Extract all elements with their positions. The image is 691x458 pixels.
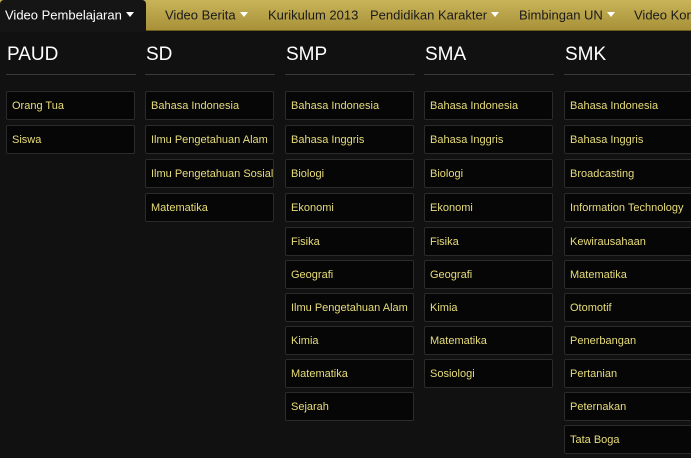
nav-label: Kurikulum 2013 bbox=[268, 7, 359, 23]
column-heading-label: SMK bbox=[565, 44, 607, 65]
menu-item[interactable]: Matematika bbox=[424, 326, 553, 355]
menu-item[interactable]: Bahasa Indonesia bbox=[564, 91, 691, 120]
menu-item[interactable]: Bahasa Inggris bbox=[424, 125, 553, 154]
menu-item[interactable]: Matematika bbox=[564, 260, 691, 289]
menu-item[interactable]: Ekonomi bbox=[424, 193, 553, 222]
menu-item[interactable]: Geografi bbox=[285, 260, 414, 289]
nav-bimbingan-un[interactable]: Bimbingan UN bbox=[519, 0, 615, 31]
column-heading[interactable]: SMA bbox=[424, 44, 554, 75]
column-heading[interactable]: PAUD bbox=[6, 44, 136, 75]
menu-item[interactable]: Peternakan bbox=[564, 392, 691, 421]
column-heading-label: SD bbox=[146, 44, 173, 65]
menu-item[interactable]: Kimia bbox=[285, 326, 414, 355]
menu-item[interactable]: Bahasa Indonesia bbox=[424, 91, 553, 120]
menu-item[interactable]: Ilmu Pengetahuan Alam bbox=[145, 125, 274, 154]
menu-item[interactable]: Sosiologi bbox=[424, 359, 553, 388]
menu-item[interactable]: Penerbangan bbox=[564, 326, 691, 355]
menu-item[interactable]: Bahasa Inggris bbox=[285, 125, 414, 154]
column-heading-label: PAUD bbox=[7, 44, 59, 65]
chevron-down-icon bbox=[239, 12, 248, 18]
top-navigation-bar: Video Pembelajaran Video Berita Kurikulu… bbox=[0, 0, 691, 32]
menu-item[interactable]: Ilmu Pengetahuan Alam bbox=[285, 293, 414, 322]
chevron-down-icon bbox=[125, 12, 134, 18]
menu-item[interactable]: Biologi bbox=[424, 159, 553, 188]
menu-item[interactable]: Geografi bbox=[424, 260, 553, 289]
column-heading[interactable]: SMK bbox=[564, 44, 691, 75]
menu-item[interactable]: Orang Tua bbox=[6, 91, 135, 120]
nav-pendidikan-karakter[interactable]: Pendidikan Karakter bbox=[370, 0, 500, 31]
nav-label: Pendidikan Karakter bbox=[370, 7, 488, 23]
menu-item[interactable]: Fisika bbox=[285, 227, 414, 256]
chevron-down-icon bbox=[606, 12, 615, 18]
menu-item[interactable]: Bahasa Indonesia bbox=[285, 91, 414, 120]
menu-item[interactable]: Bahasa Inggris bbox=[564, 125, 691, 154]
menu-item[interactable]: Broadcasting bbox=[564, 159, 691, 188]
nav-video-berita[interactable]: Video Berita bbox=[165, 0, 248, 31]
menu-item[interactable]: Bahasa Indonesia bbox=[145, 91, 274, 120]
menu-item[interactable]: Kewirausahaan bbox=[564, 227, 691, 256]
menu-item[interactable]: Matematika bbox=[285, 359, 414, 388]
menu-item[interactable]: Siswa bbox=[6, 125, 135, 154]
nav-label: Video Pembelajaran bbox=[5, 7, 122, 23]
nav-kurikulum-2013[interactable]: Kurikulum 2013 bbox=[268, 0, 358, 31]
menu-item[interactable]: Tata Boga bbox=[564, 425, 691, 454]
nav-label: Bimbingan UN bbox=[519, 7, 603, 23]
column-heading[interactable]: SD bbox=[145, 44, 275, 75]
menu-item[interactable]: Kimia bbox=[424, 293, 553, 322]
menu-item[interactable]: Ekonomi bbox=[285, 193, 414, 222]
nav-label: Video Berita bbox=[165, 7, 236, 23]
menu-item[interactable]: Fisika bbox=[424, 227, 553, 256]
menu-item[interactable]: Ilmu Pengetahuan Sosial bbox=[145, 159, 274, 188]
menu-item[interactable]: Pertanian bbox=[564, 359, 691, 388]
menu-item[interactable]: Information Technology bbox=[564, 193, 691, 222]
chevron-down-icon bbox=[491, 12, 500, 18]
menu-item[interactable]: Biologi bbox=[285, 159, 414, 188]
nav-video-pembelajaran[interactable]: Video Pembelajaran bbox=[0, 0, 146, 32]
nav-video-kon[interactable]: Video Kon bbox=[634, 0, 691, 31]
column-heading[interactable]: SMP bbox=[285, 44, 415, 75]
menu-item[interactable]: Otomotif bbox=[564, 293, 691, 322]
menu-item[interactable]: Sejarah bbox=[285, 392, 414, 421]
nav-label: Video Kon bbox=[634, 7, 691, 23]
column-heading-label: SMP bbox=[286, 44, 328, 65]
column-heading-label: SMA bbox=[425, 44, 467, 65]
menu-item[interactable]: Matematika bbox=[145, 193, 274, 222]
